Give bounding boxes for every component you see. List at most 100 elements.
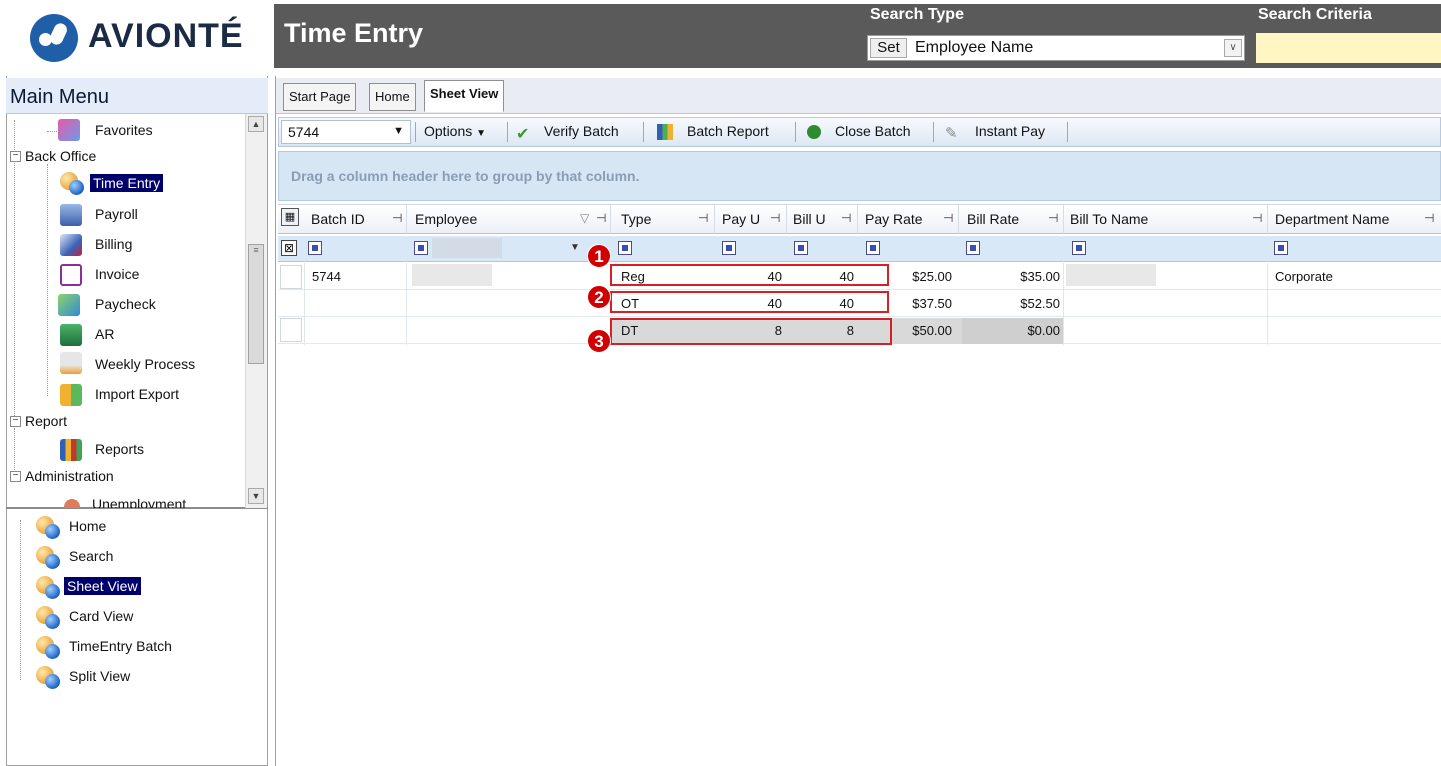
tree-item-favorites[interactable]: Favorites: [92, 122, 156, 138]
search-type-value: Employee Name: [915, 39, 1034, 56]
scroll-thumb[interactable]: ≡: [248, 244, 264, 364]
row-selector[interactable]: [280, 265, 302, 289]
collapse-icon[interactable]: −: [10, 151, 21, 162]
col-separator: [714, 205, 715, 234]
scroll-down-icon[interactable]: ▼: [248, 488, 264, 504]
pin-icon[interactable]: ⊣: [770, 211, 780, 225]
col-separator: [1267, 205, 1268, 234]
filter-checkbox[interactable]: [794, 241, 808, 255]
close-batch-button[interactable]: Close Batch: [835, 123, 910, 139]
favorites-icon: [58, 119, 80, 141]
pin-icon[interactable]: ⊣: [1048, 211, 1058, 225]
column-chooser-icon[interactable]: ▦: [281, 208, 299, 226]
tree-item-back-office[interactable]: Back Office: [22, 148, 99, 164]
pin-icon[interactable]: ⊣: [1252, 211, 1262, 225]
filter-checkbox[interactable]: [618, 241, 632, 255]
tree-item-invoice[interactable]: Invoice: [92, 266, 142, 282]
search-criteria-input[interactable]: [1256, 33, 1441, 63]
collapse-icon[interactable]: −: [10, 416, 21, 427]
tree-item-ar[interactable]: AR: [92, 326, 117, 342]
cell-bill-rate: $35.00: [1020, 269, 1060, 284]
sheet-view-icon: [32, 574, 62, 600]
pin-icon[interactable]: ⊣: [698, 211, 708, 225]
cell-pay-rate: $37.50: [912, 296, 952, 311]
view-item-search[interactable]: Search: [66, 548, 116, 564]
tree-item-time-entry[interactable]: Time Entry: [90, 174, 164, 192]
cell-employee-redacted: [412, 264, 492, 286]
grid-line: [1063, 263, 1064, 345]
set-button[interactable]: Set: [870, 38, 907, 58]
pin-icon[interactable]: ⊣: [943, 211, 953, 225]
tree-item-import-export[interactable]: Import Export: [92, 386, 182, 402]
filter-checkbox[interactable]: [866, 241, 880, 255]
split-view-icon: [32, 664, 62, 690]
invoice-icon: [60, 264, 82, 286]
filter-checkbox[interactable]: [414, 241, 428, 255]
tree-line: [47, 164, 48, 396]
col-separator: [958, 205, 959, 234]
scroll-up-icon[interactable]: ▲: [248, 116, 264, 132]
report-icon: [657, 124, 673, 140]
col-bill-to-name[interactable]: Bill To Name: [1070, 211, 1148, 227]
options-menu[interactable]: Options ▼: [424, 123, 486, 139]
chevron-down-icon[interactable]: ▼: [570, 242, 580, 253]
collapse-icon[interactable]: −: [10, 471, 21, 482]
pin-icon[interactable]: ⊣: [1424, 211, 1434, 225]
instant-pay-button[interactable]: Instant Pay: [975, 123, 1045, 139]
tree-item-unemployment[interactable]: Unemployment: [92, 496, 186, 508]
col-bill-rate[interactable]: Bill Rate: [967, 211, 1019, 227]
clear-filter-icon[interactable]: ⊠: [281, 240, 297, 256]
chevron-down-icon[interactable]: ▼: [393, 125, 404, 137]
filter-checkbox[interactable]: [722, 241, 736, 255]
filter-checkbox[interactable]: [1072, 241, 1086, 255]
verify-batch-button[interactable]: Verify Batch: [544, 123, 619, 139]
timeentry-batch-icon: [32, 634, 62, 660]
filter-checkbox[interactable]: [1274, 241, 1288, 255]
col-pay-rate[interactable]: Pay Rate: [865, 211, 923, 227]
tree-item-reports[interactable]: Reports: [92, 441, 147, 457]
filter-checkbox[interactable]: [308, 241, 322, 255]
chevron-down-icon[interactable]: ∨: [1224, 39, 1242, 57]
pin-icon[interactable]: ⊣: [596, 211, 606, 225]
view-item-sheet-view[interactable]: Sheet View: [64, 577, 141, 595]
row-selector[interactable]: [280, 318, 302, 342]
tree-item-weekly-process[interactable]: Weekly Process: [92, 356, 198, 372]
reports-icon: [60, 439, 82, 461]
tree-item-billing[interactable]: Billing: [92, 236, 135, 252]
view-item-timeentry-batch[interactable]: TimeEntry Batch: [66, 638, 175, 654]
tab-start-page[interactable]: Start Page: [283, 83, 357, 111]
card-view-icon: [32, 604, 62, 630]
filter-checkbox[interactable]: [966, 241, 980, 255]
ar-icon: [60, 324, 82, 346]
col-employee[interactable]: Employee: [415, 211, 477, 227]
col-bill-units[interactable]: Bill U: [793, 211, 826, 227]
batch-report-button[interactable]: Batch Report: [687, 123, 769, 139]
tree-item-payroll[interactable]: Payroll: [92, 206, 141, 222]
batch-select[interactable]: 5744 ▼: [281, 120, 411, 144]
col-department-name[interactable]: Department Name: [1275, 211, 1389, 227]
paycheck-icon: [58, 294, 80, 316]
unemployment-icon: [64, 499, 80, 508]
employee-filter-value[interactable]: [432, 238, 502, 258]
billing-icon: [60, 234, 82, 256]
view-item-card-view[interactable]: Card View: [66, 608, 136, 624]
pin-icon[interactable]: ⊣: [392, 211, 402, 225]
tree-item-report[interactable]: Report: [22, 413, 70, 429]
view-item-split-view[interactable]: Split View: [66, 668, 133, 684]
search-type-select[interactable]: Set Employee Name ∨: [867, 35, 1245, 61]
col-separator: [857, 205, 858, 234]
tree-item-paycheck[interactable]: Paycheck: [92, 296, 159, 312]
col-type[interactable]: Type: [621, 211, 651, 227]
tab-sheet-view[interactable]: Sheet View: [424, 80, 505, 112]
toolbar-separator: [933, 122, 934, 142]
col-pay-units[interactable]: Pay U: [722, 211, 760, 227]
tree-scrollbar[interactable]: ▲ ≡ ▼: [245, 114, 267, 508]
filter-icon[interactable]: ▽: [580, 211, 589, 225]
view-item-home[interactable]: Home: [66, 518, 109, 534]
pin-icon[interactable]: ⊣: [841, 211, 851, 225]
tab-home[interactable]: Home: [369, 83, 416, 111]
col-batch-id[interactable]: Batch ID: [311, 211, 365, 227]
dropdown-arrow-icon: ▼: [476, 128, 487, 139]
tree-item-administration[interactable]: Administration: [22, 468, 117, 484]
import-export-icon: [60, 384, 82, 406]
